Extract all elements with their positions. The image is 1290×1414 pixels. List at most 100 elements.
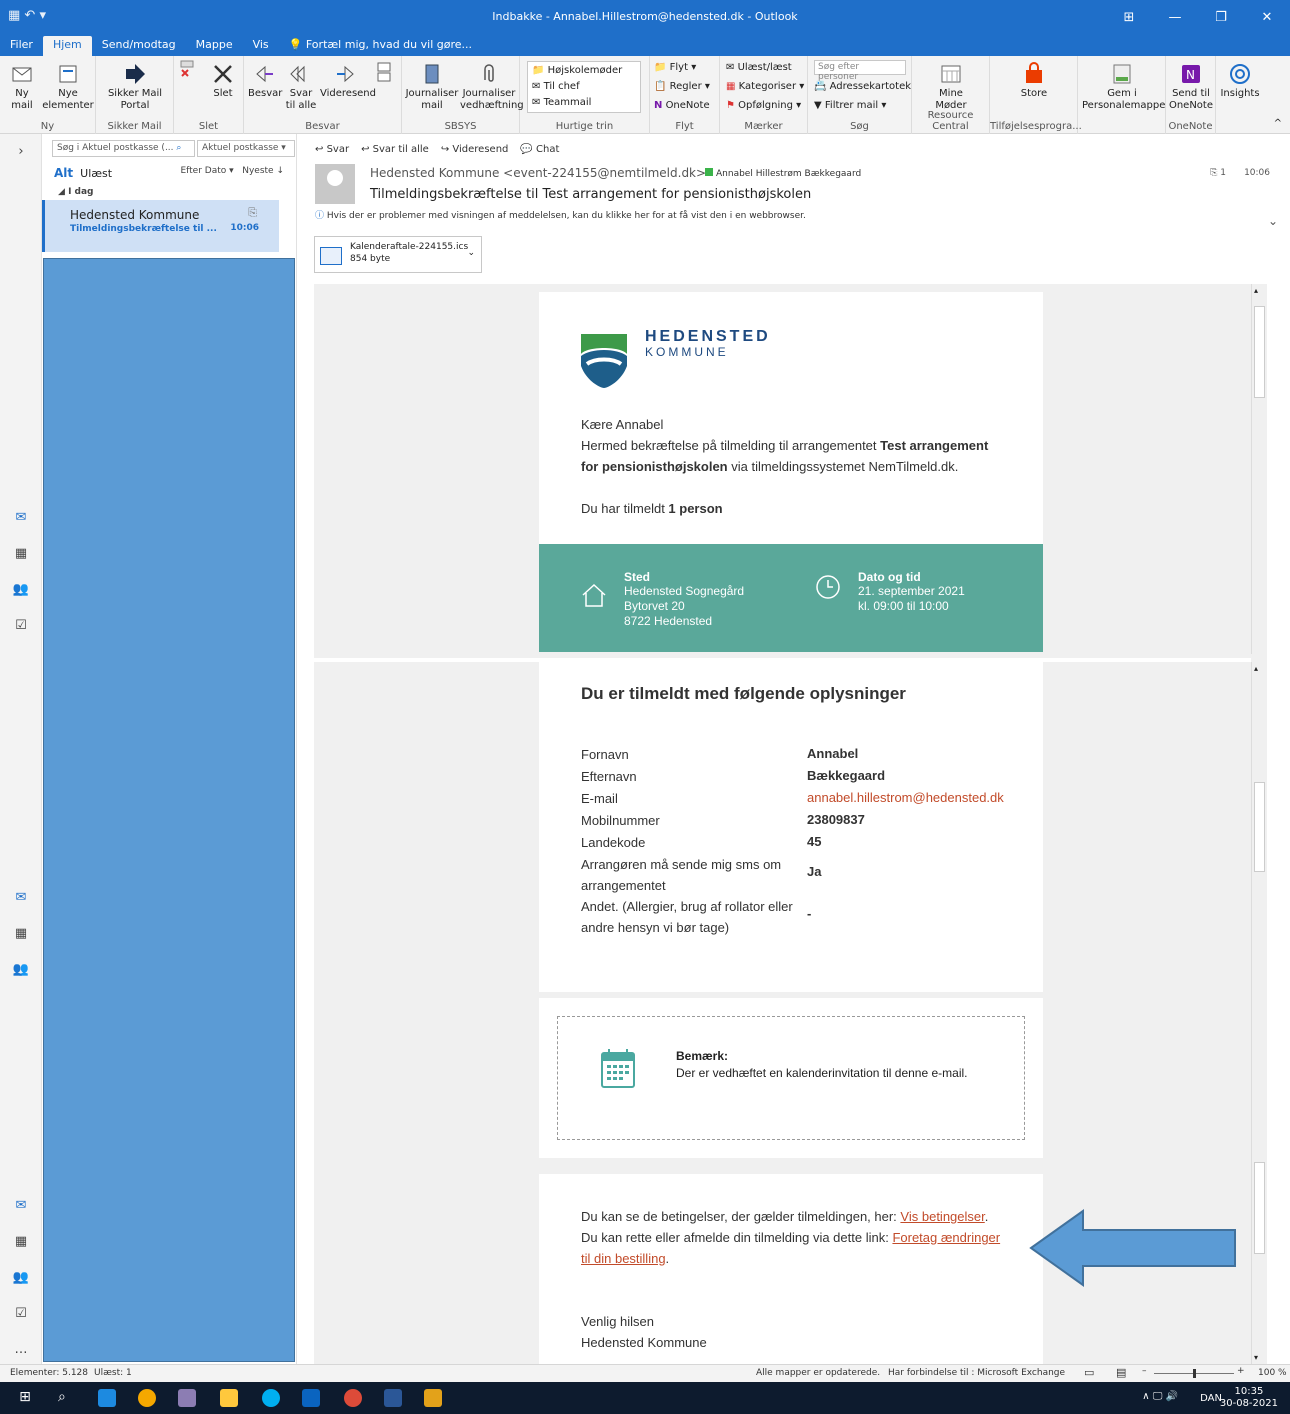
sender-address[interactable]: Hedensted Kommune <event-224155@nemtilme…	[370, 166, 706, 180]
zoom-out-button[interactable]: –	[1142, 1366, 1147, 1376]
info-bar[interactable]: ⓘ Hvis der er problemer med visningen af…	[315, 208, 806, 221]
more-apps-icon[interactable]: …	[12, 1342, 30, 1357]
move-button[interactable]: 📁 Flyt ▾	[654, 62, 696, 73]
reply-button[interactable]: Besvar	[248, 62, 282, 100]
normal-view-icon[interactable]: ▭	[1084, 1366, 1094, 1379]
new-mail-button[interactable]: Ny mail	[4, 62, 40, 112]
more-respond-button[interactable]	[372, 60, 398, 86]
tab-mappe[interactable]: Mappe	[186, 36, 243, 56]
send-to-onenote-button[interactable]: N Send til OneNote	[1168, 62, 1214, 112]
expand-header-icon[interactable]: ⌄	[1268, 214, 1278, 228]
secure-mail-portal-button[interactable]: Sikker Mail Portal	[102, 62, 168, 112]
tab-send-modtag[interactable]: Send/modtag	[92, 36, 186, 56]
filter-all[interactable]: Alt	[54, 166, 73, 180]
calendar-nav-icon-2[interactable]: ▦	[12, 926, 30, 941]
scroll-down-icon[interactable]: ▾	[1254, 1353, 1258, 1362]
start-icon[interactable]: ⊞	[16, 1389, 34, 1407]
chrome-icon[interactable]	[344, 1389, 362, 1407]
info-field-value[interactable]: annabel.hillestrom@hedensted.dk	[807, 790, 1004, 805]
journaliser-attachment-button[interactable]: Journaliser vedhæftning	[460, 62, 524, 112]
minimize-icon[interactable]: —	[1152, 0, 1198, 36]
zoom-slider[interactable]	[1154, 1369, 1234, 1378]
scroll-up-icon-2[interactable]: ▴	[1254, 664, 1258, 673]
my-meetings-button[interactable]: Mine Møder	[930, 62, 972, 112]
snipping-tool-icon[interactable]	[178, 1389, 196, 1407]
unread-read-button[interactable]: ✉ Ulæst/læst	[726, 62, 792, 73]
close-icon[interactable]: ✕	[1244, 0, 1290, 36]
tasks-nav-icon[interactable]: ☑	[12, 618, 30, 633]
maximize-icon[interactable]: ❐	[1198, 0, 1244, 36]
language-indicator[interactable]: DAN	[1200, 1393, 1222, 1404]
attachment-dropdown-icon[interactable]: ⌄	[467, 248, 475, 258]
quick-step-2[interactable]: ✉ Til chef	[532, 81, 580, 92]
list-item[interactable]: Hedensted Kommune Tilmeldingsbekræftelse…	[42, 200, 279, 252]
tab-hjem[interactable]: Hjem	[42, 36, 92, 56]
followup-button[interactable]: ⚑ Opfølgning ▾	[726, 100, 801, 111]
calendar-nav-icon-3[interactable]: ▦	[12, 1234, 30, 1249]
forward-button[interactable]: Videresend	[320, 62, 376, 100]
calendar-nav-icon[interactable]: ▦	[12, 546, 30, 561]
scroll-thumb-lower-2[interactable]	[1254, 1162, 1265, 1254]
address-book-button[interactable]: 📇 Adressekartotek	[814, 81, 911, 92]
filter-mail-button[interactable]: ▼ Filtrer mail ▾	[814, 100, 886, 111]
scroll-thumb-upper[interactable]	[1254, 306, 1265, 398]
zoom-level[interactable]: 100 %	[1258, 1368, 1287, 1378]
mail-nav-icon[interactable]: ✉	[12, 510, 30, 525]
delete-button[interactable]: Slet	[206, 62, 240, 100]
edge-icon[interactable]	[98, 1389, 116, 1407]
tasks-nav-icon-3[interactable]: ☑	[12, 1306, 30, 1321]
reply-all-button[interactable]: Svar til alle	[284, 62, 318, 112]
save-to-personnel-button[interactable]: Gem i Personalemappe	[1082, 62, 1165, 112]
categorize-button[interactable]: ▦ Kategoriser ▾	[726, 81, 804, 92]
collapse-ribbon-icon[interactable]: ^	[1274, 118, 1282, 129]
store-button[interactable]: Store	[1014, 62, 1054, 100]
recipient[interactable]: Annabel Hillestrøm Bækkegaard	[705, 168, 861, 179]
terms-link[interactable]: Vis betingelser	[900, 1209, 984, 1224]
word-icon[interactable]	[384, 1389, 402, 1407]
group-header-today[interactable]: ◢ I dag	[58, 187, 94, 197]
new-items-button[interactable]: Nye elementer	[42, 62, 94, 112]
skype-icon[interactable]	[262, 1389, 280, 1407]
scrollbar-lower[interactable]: ▴ ▾	[1251, 662, 1267, 1364]
clock[interactable]: 10:35 30-08-2021	[1220, 1386, 1278, 1410]
ignore-cleanup-buttons[interactable]	[176, 58, 198, 84]
reading-view-icon[interactable]: ▤	[1116, 1366, 1126, 1379]
search-taskbar-icon[interactable]: ⌕	[58, 1389, 76, 1407]
outlook-icon[interactable]	[302, 1389, 320, 1407]
chat-action[interactable]: 💬 Chat	[520, 144, 559, 155]
scroll-up-icon[interactable]: ▴	[1254, 286, 1258, 295]
people-nav-icon[interactable]: 👥	[12, 582, 30, 597]
insights-button[interactable]: Insights	[1218, 62, 1262, 100]
zoom-slider-thumb[interactable]	[1193, 1369, 1196, 1378]
onenote-button[interactable]: N OneNote	[654, 100, 710, 111]
reply-action[interactable]: ↩ Svar	[315, 144, 349, 155]
journaliser-mail-button[interactable]: Journaliser mail	[404, 62, 460, 112]
tab-vis[interactable]: Vis	[243, 36, 279, 56]
search-people-input[interactable]: Søg efter personer	[814, 60, 906, 82]
tell-me-box[interactable]: 💡 Fortæl mig, hvad du vil gøre...	[279, 36, 482, 56]
expand-pane-icon[interactable]: ›	[12, 144, 30, 159]
app-icon-extra[interactable]	[424, 1389, 442, 1407]
restore-ribbon-icon[interactable]: ⊞	[1106, 0, 1152, 36]
sort-controls[interactable]: Efter Dato ▾ Nyeste ↓	[180, 166, 284, 176]
search-input[interactable]: Søg i Aktuel postkasse (... ⌕	[52, 140, 195, 157]
mail-nav-icon-3[interactable]: ✉	[12, 1198, 30, 1213]
people-nav-icon-3[interactable]: 👥	[12, 1270, 30, 1285]
filter-unread[interactable]: Ulæst	[80, 167, 112, 180]
forward-action[interactable]: ↪ Videresend	[441, 144, 509, 155]
scrollbar-upper[interactable]: ▴	[1251, 284, 1267, 654]
quick-step-1[interactable]: 📁 Højskolemøder	[532, 65, 622, 76]
search-scope-dropdown[interactable]: Aktuel postkasse ▾	[197, 140, 295, 157]
tab-filer[interactable]: Filer	[0, 36, 43, 56]
rules-button[interactable]: 📋 Regler ▾	[654, 81, 710, 92]
scroll-thumb-lower[interactable]	[1254, 782, 1265, 872]
zoom-in-button[interactable]: +	[1237, 1366, 1245, 1376]
people-nav-icon-2[interactable]: 👥	[12, 962, 30, 977]
tray-icons[interactable]: ∧ 🖵 🔊	[1142, 1391, 1178, 1402]
chrome-canary-icon[interactable]	[138, 1389, 156, 1407]
mail-nav-icon-2[interactable]: ✉	[12, 890, 30, 905]
file-explorer-icon[interactable]	[220, 1389, 238, 1407]
reply-all-action[interactable]: ↩ Svar til alle	[361, 144, 429, 155]
attachment-chip[interactable]: Kalenderaftale-224155.ics 854 byte ⌄	[314, 236, 482, 273]
quick-step-3[interactable]: ✉ Teammail	[532, 97, 591, 108]
